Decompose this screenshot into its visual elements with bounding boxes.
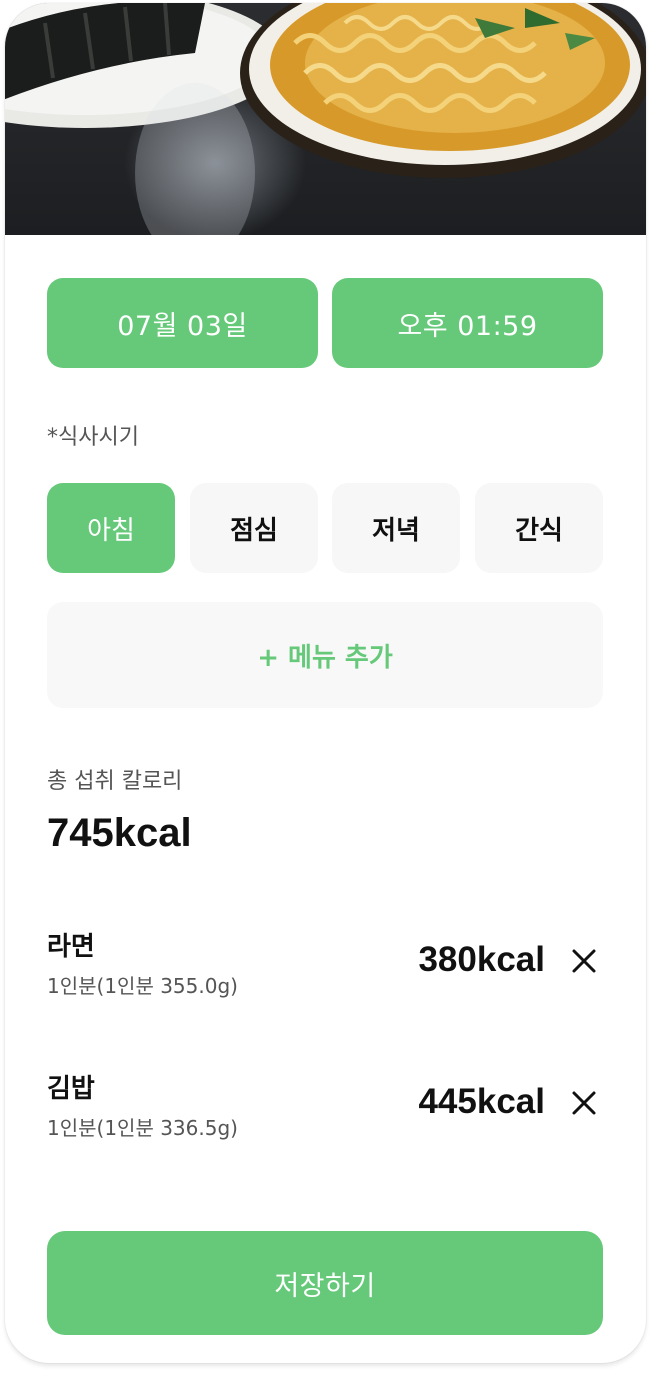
meal-time-label: *식사시기 (47, 425, 139, 450)
close-icon (572, 949, 596, 973)
total-calories-value: 745kcal (47, 811, 192, 855)
close-icon (572, 1091, 596, 1115)
date-label: 07월 03일 (117, 310, 248, 342)
food-name: 라면 (47, 932, 95, 962)
food-serving: 1인분(1인분 336.5g) (47, 1116, 238, 1140)
food-photo (5, 3, 646, 235)
meal-tab-label: 저녁 (372, 515, 420, 546)
add-menu-label: + 메뉴 추가 (257, 642, 393, 673)
meal-tab-label: 점심 (230, 515, 278, 546)
date-picker-button[interactable]: 07월 03일 (47, 278, 318, 368)
food-kcal: 380kcal (418, 940, 545, 979)
food-item-ramen: 라면 1인분(1인분 355.0g) 380kcal (47, 926, 603, 1006)
total-calories-label: 총 섭취 칼로리 (47, 769, 183, 794)
food-serving: 1인분(1인분 355.0g) (47, 974, 238, 998)
meal-tab-snack[interactable]: 간식 (475, 483, 603, 573)
meal-tab-breakfast[interactable]: 아침 (47, 483, 175, 573)
phone-screen: 07월 03일 오후 01:59 *식사시기 아침 점심 저녁 간식 + 메뉴 … (5, 3, 646, 1363)
meal-tab-lunch[interactable]: 점심 (190, 483, 318, 573)
add-menu-button[interactable]: + 메뉴 추가 (47, 602, 603, 708)
save-label: 저장하기 (274, 1270, 376, 1302)
meal-tab-label: 간식 (515, 515, 563, 546)
time-picker-button[interactable]: 오후 01:59 (332, 278, 603, 368)
food-kcal: 445kcal (418, 1082, 545, 1121)
remove-food-button[interactable] (567, 1086, 601, 1120)
save-button[interactable]: 저장하기 (47, 1231, 603, 1335)
meal-tab-label: 아침 (87, 515, 135, 546)
remove-food-button[interactable] (567, 944, 601, 978)
time-label: 오후 01:59 (397, 310, 538, 342)
food-photo-illustration (5, 3, 646, 235)
food-name: 김밥 (47, 1074, 95, 1104)
meal-tab-dinner[interactable]: 저녁 (332, 483, 460, 573)
food-item-kimbap: 김밥 1인분(1인분 336.5g) 445kcal (47, 1068, 603, 1148)
